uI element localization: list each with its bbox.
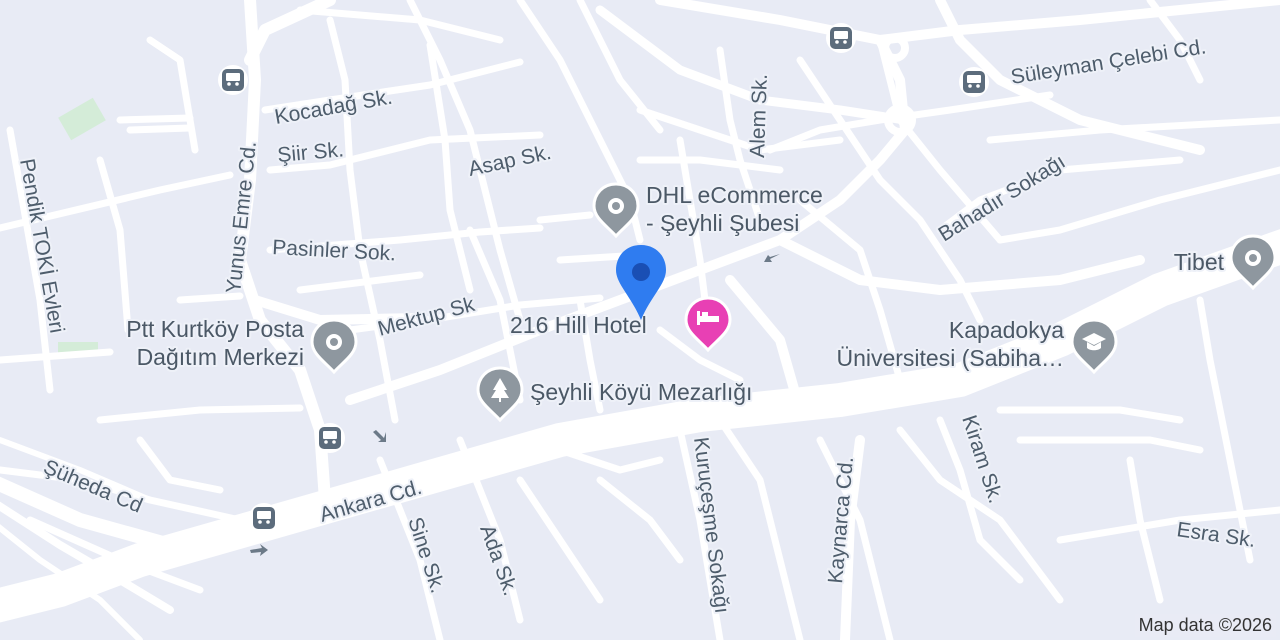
street-label-kurucesme: Kuruçeşme Sokağı	[689, 436, 733, 615]
cemetery-icon	[476, 366, 524, 423]
hotel-icon	[684, 296, 732, 353]
place-icon	[592, 182, 640, 239]
street-label-asap: Asap Sk.	[466, 141, 553, 181]
university-icon	[1070, 318, 1118, 375]
street-label-ada: Ada Sk.	[475, 522, 522, 599]
poi-label-ptt-line1: Ptt Kurtköy Posta	[126, 316, 304, 342]
poi-label-kapadokya-line1: Kapadokya	[949, 317, 1064, 343]
poi-ptt[interactable]: Ptt Kurtköy Posta Dağıtım Merkezi	[124, 314, 358, 375]
place-icon	[310, 318, 358, 375]
location-pin-icon[interactable]	[616, 245, 666, 320]
poi-label-hotel: 216 Hill Hotel	[510, 312, 647, 338]
poi-label-cemetery: Şeyhli Köyü Mezarlığı	[530, 379, 752, 405]
poi-label-dhl-line1: DHL eCommerce	[646, 182, 823, 208]
street-label-sine: Sine Sk.	[403, 514, 449, 595]
map-canvas[interactable]: Kocadağ Sk. Şiir Sk. Asap Sk. Alem Sk. S…	[0, 0, 1280, 640]
bus-stop-icon[interactable]	[826, 23, 856, 53]
poi-label-kapadokya-line2: Üniversitesi (Sabiha…	[836, 345, 1064, 371]
bus-stop-icon[interactable]	[315, 423, 345, 453]
street-label-yunus-emre: Yunus Emre Cd.	[222, 140, 261, 294]
street-label-alem: Alem Sk.	[746, 73, 772, 158]
poi-label-dhl-line2: - Şeyhli Şubesi	[646, 210, 799, 236]
bus-stop-icon[interactable]	[249, 503, 279, 533]
street-label-kocadag: Kocadağ Sk.	[273, 86, 394, 129]
map-view[interactable]: Kocadağ Sk. Şiir Sk. Asap Sk. Alem Sk. S…	[0, 0, 1280, 640]
map-attribution[interactable]: Map data ©2026	[1134, 614, 1276, 637]
park-area	[58, 97, 106, 141]
street-label-mektup: Mektup Sk	[375, 293, 477, 341]
bus-stop-icon[interactable]	[218, 65, 248, 95]
poi-dhl[interactable]: DHL eCommerce - Şeyhli Şubesi	[592, 180, 825, 239]
poi-label-tibet: Tibet	[1174, 249, 1225, 275]
poi-label-ptt-line2: Dağıtım Merkezi	[137, 344, 304, 370]
street-label-suleyman: Süleyman Çelebi Cd.	[1009, 35, 1207, 89]
bus-stop-icon[interactable]	[959, 67, 989, 97]
street-label-pendik-toki: Pendik TOKİ Evleri	[15, 157, 68, 335]
